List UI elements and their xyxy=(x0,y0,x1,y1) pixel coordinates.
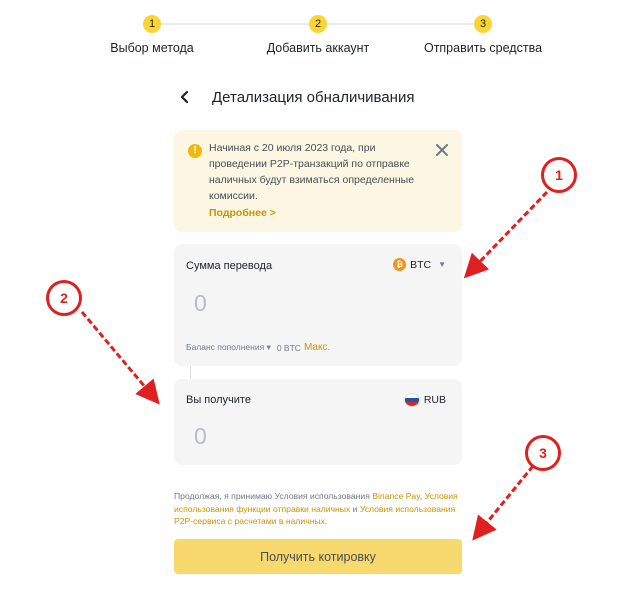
step-1-number: 1 xyxy=(143,15,161,33)
fee-notice: ! Начиная с 20 июля 2023 года, при прове… xyxy=(174,130,462,232)
send-amount-card: Сумма перевода ₿ BTC ▼ 0 Баланс пополнен… xyxy=(174,244,462,366)
annotation-marker-1: 1 xyxy=(541,157,577,193)
balance-row: Баланс пополнения ▾ 0 BTC Макс. xyxy=(186,342,330,353)
learn-more-link[interactable]: Подробнее > xyxy=(209,205,419,221)
max-button[interactable]: Макс. xyxy=(304,342,330,353)
step-2-label: Добавить аккаунт xyxy=(266,41,370,55)
chevron-left-icon xyxy=(180,90,189,104)
step-3-number: 3 xyxy=(474,15,492,33)
terms-suffix: . xyxy=(324,516,328,526)
step-1-label: Выбор метода xyxy=(110,41,194,55)
terms-text: Продолжая, я принимаю Условия использова… xyxy=(174,490,464,528)
card-connector xyxy=(190,366,191,380)
currency-display: RUB xyxy=(403,393,446,407)
asset-selector[interactable]: ₿ BTC ▼ xyxy=(393,258,446,271)
warning-icon: ! xyxy=(188,144,202,158)
balance-label: Баланс пополнения ▾ xyxy=(186,342,271,352)
step-3-label: Отправить средства xyxy=(423,41,543,55)
stepper: 1 Выбор метода 2 Добавить аккаунт 3 Отпр… xyxy=(0,0,622,60)
currency-code: RUB xyxy=(423,394,446,406)
asset-code: BTC xyxy=(410,258,432,271)
binance-pay-terms-link[interactable]: Binance Pay xyxy=(372,491,420,501)
send-amount-label: Сумма перевода xyxy=(186,260,273,272)
annotation-arrow-2 xyxy=(80,311,160,405)
bitcoin-icon: ₿ xyxy=(393,258,407,271)
page-title: Детализация обналичивания xyxy=(212,89,415,106)
balance-value: 0 BTC xyxy=(276,342,301,353)
receive-amount-label: Вы получите xyxy=(186,394,251,406)
step-2-number: 2 xyxy=(309,15,327,33)
annotation-marker-2: 2 xyxy=(46,280,82,316)
notice-message: Начиная с 20 июля 2023 года, при проведе… xyxy=(209,142,415,202)
close-notice-button[interactable] xyxy=(436,140,448,161)
close-icon xyxy=(436,144,448,156)
get-quote-button[interactable]: Получить котировку xyxy=(174,539,462,574)
terms-prefix: Продолжая, я принимаю Условия использова… xyxy=(174,491,373,501)
notice-text-block: Начиная с 20 июля 2023 года, при проведе… xyxy=(209,140,419,221)
annotation-marker-3: 3 xyxy=(525,435,561,471)
send-amount-input[interactable]: 0 xyxy=(194,290,207,317)
annotation-arrow-1 xyxy=(463,190,549,279)
russia-flag-icon xyxy=(403,393,420,407)
receive-amount-value: 0 xyxy=(194,423,207,449)
receive-amount-card: Вы получите RUB 0 xyxy=(174,379,462,465)
annotation-arrow-3 xyxy=(472,465,535,541)
back-button[interactable] xyxy=(176,87,194,107)
step-connector xyxy=(160,23,310,25)
caret-down-icon: ▼ xyxy=(438,260,446,269)
step-connector xyxy=(326,23,474,25)
terms-separator: и xyxy=(350,503,360,514)
